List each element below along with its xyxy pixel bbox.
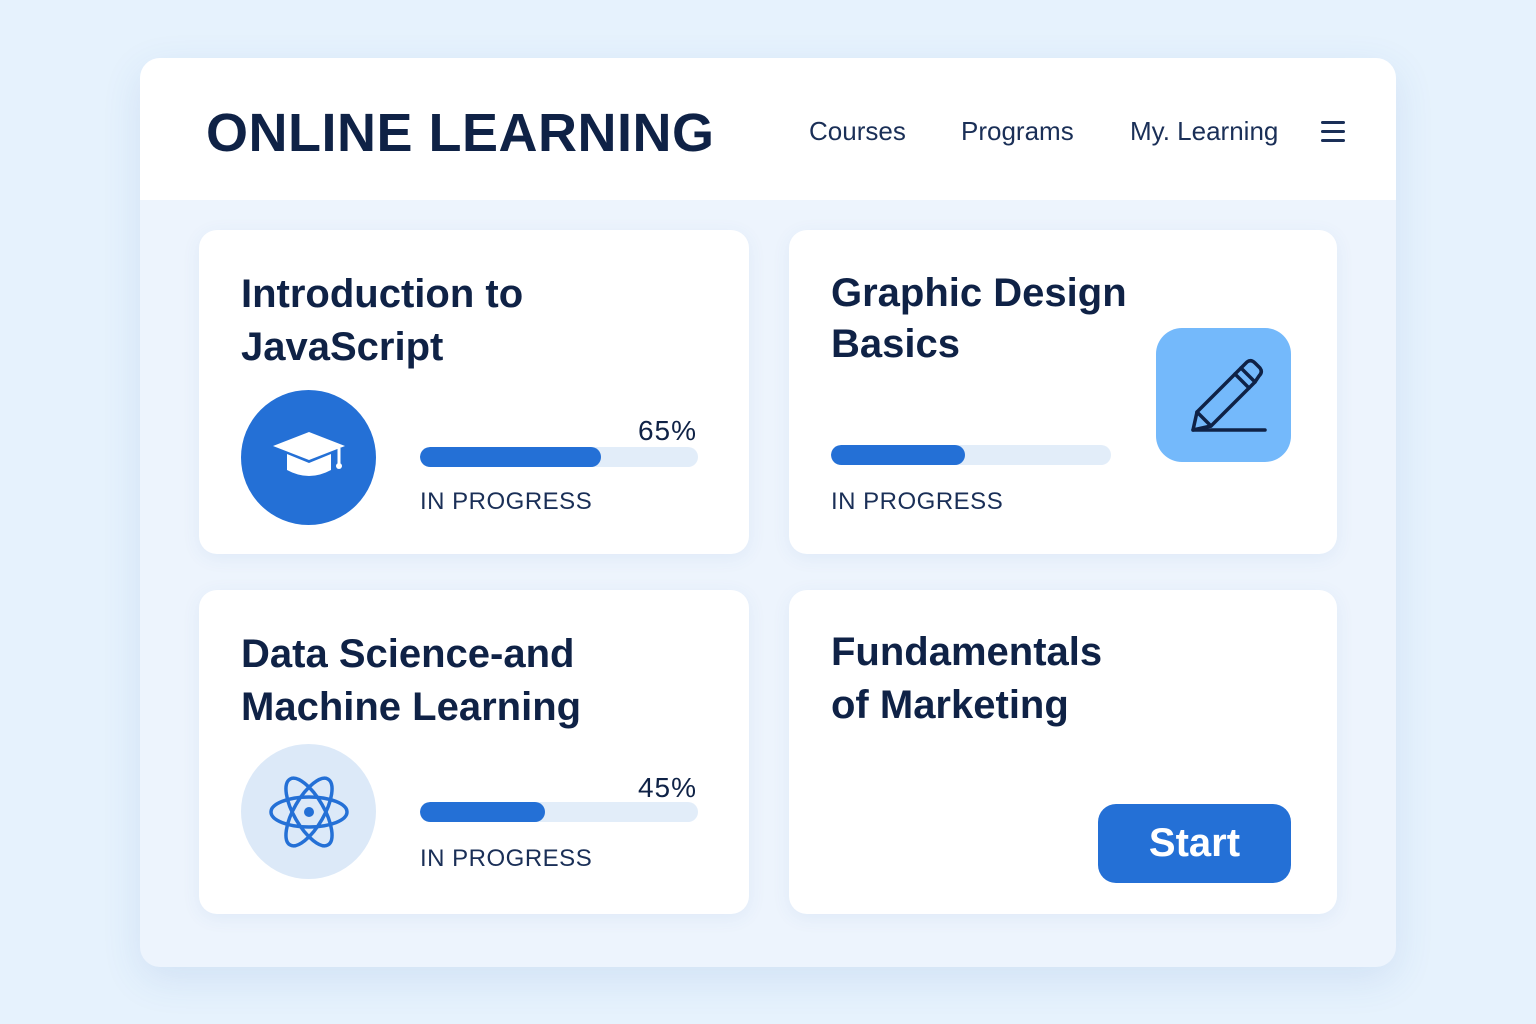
status-label: IN PROGRESS (420, 845, 593, 872)
progress-fill (420, 447, 601, 467)
progress-bar (420, 802, 698, 822)
progress-bar (831, 445, 1111, 465)
status-label: IN PROGRESS (420, 488, 593, 515)
hamburger-menu-icon[interactable] (1321, 120, 1345, 142)
progress-percent: 65% (637, 415, 697, 446)
progress-bar (420, 447, 698, 467)
progress-percent: 45% (637, 772, 697, 803)
brand-title: ONLINE LEARNING (206, 103, 715, 163)
graduation-cap-icon (241, 390, 376, 525)
course-title: Graphic Design Basics (831, 271, 1127, 366)
top-header: ONLINE LEARNING Courses Programs My. Lea… (140, 58, 1396, 200)
course-card-marketing[interactable]: Fundamentals of Marketing Start (789, 590, 1337, 914)
course-card-javascript[interactable]: Introduction to JavaScript 65% IN PROGRE… (199, 230, 749, 554)
progress-fill (420, 802, 546, 822)
course-title: Data Science-and Machine Learning (241, 632, 582, 729)
course-card-graphic-design[interactable]: Graphic Design Basics IN PROGRESS (789, 230, 1337, 554)
pencil-icon (1156, 328, 1291, 462)
app-window: ONLINE LEARNING Courses Programs My. Lea… (140, 58, 1396, 967)
nav-courses[interactable]: Courses (809, 118, 906, 144)
progress-fill (831, 445, 966, 465)
course-card-data-science[interactable]: Data Science-and Machine Learning 45% IN… (199, 590, 749, 914)
atom-icon (241, 744, 376, 879)
course-title: Fundamentals of Marketing (831, 630, 1103, 727)
nav-my-learning[interactable]: My. Learning (1130, 118, 1278, 144)
start-button[interactable]: Start (1098, 804, 1291, 883)
status-label: IN PROGRESS (831, 488, 1004, 515)
course-title: Introduction to JavaScript (241, 272, 524, 369)
nav-programs[interactable]: Programs (961, 118, 1074, 144)
